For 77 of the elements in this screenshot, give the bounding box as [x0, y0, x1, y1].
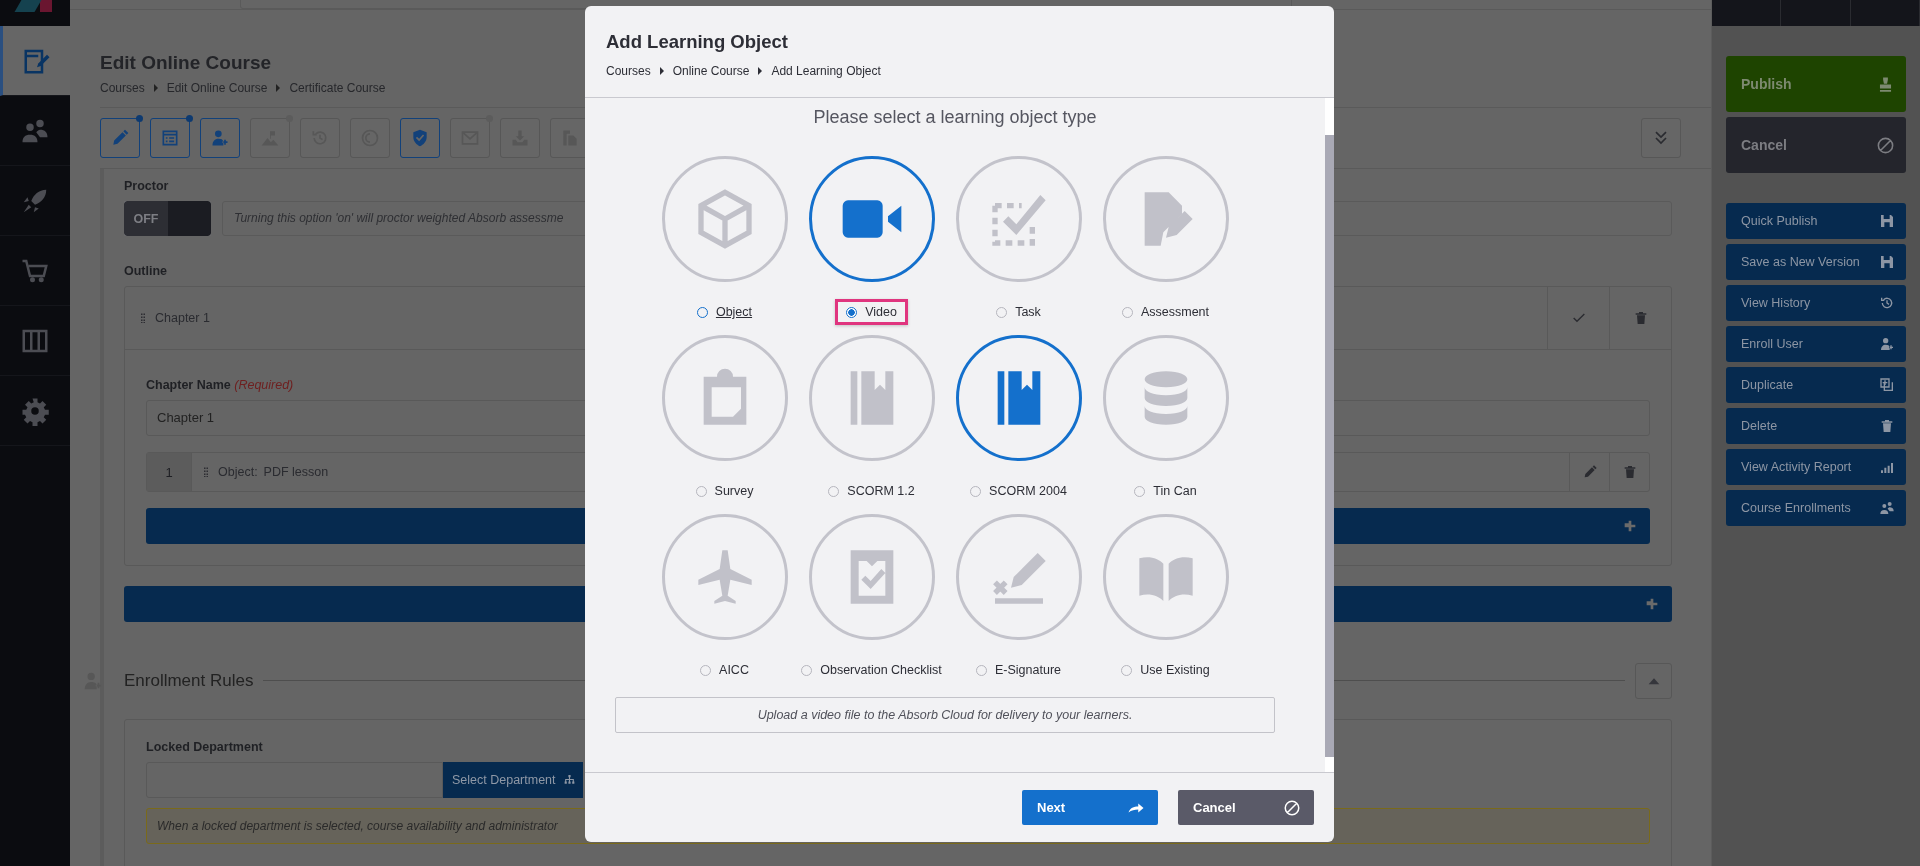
prompt-text: Please select a learning object type — [813, 106, 1097, 129]
next-button[interactable]: Next — [1022, 790, 1158, 825]
shield-icon — [410, 128, 430, 148]
object-type-tile[interactable] — [808, 156, 935, 282]
section-title: Enrollment Rules — [124, 670, 254, 691]
user-plus-icon — [1879, 336, 1895, 352]
caret-icon — [153, 84, 158, 92]
cancel-icon — [1876, 135, 1895, 155]
cancel-button[interactable]: Cancel — [1178, 790, 1314, 825]
chapter-title: Chapter 1 — [155, 311, 210, 325]
action-button[interactable]: View Activity Report — [1726, 449, 1906, 485]
action-button[interactable]: View History — [1726, 285, 1906, 321]
action-button[interactable]: Enroll User — [1726, 326, 1906, 362]
field-label: Chapter Name (Required) — [146, 378, 294, 392]
radio-option[interactable]: AICC — [689, 657, 760, 683]
pencil-icon — [110, 128, 130, 148]
object-type-tile[interactable] — [808, 514, 935, 640]
radio-option[interactable]: Tin Can — [1123, 478, 1208, 504]
radio-option[interactable]: Assessment — [1110, 299, 1221, 325]
caret-icon — [659, 67, 664, 75]
object-type-tile[interactable] — [1102, 514, 1229, 640]
action-button[interactable]: Quick Publish — [1726, 203, 1906, 239]
object-type-tile[interactable] — [661, 156, 788, 282]
cancel-icon — [1283, 798, 1301, 817]
radio-option[interactable]: E-Signature — [965, 657, 1072, 683]
page-title: Edit Online Course — [100, 51, 272, 75]
field-label: Locked Department — [146, 740, 263, 754]
scrollbar[interactable] — [1325, 135, 1334, 757]
section-label: Outline — [124, 263, 169, 280]
trash-icon — [1879, 418, 1895, 434]
collapse-button[interactable] — [1641, 118, 1681, 158]
radio-option[interactable]: SCORM 1.2 — [817, 478, 926, 504]
object-type-tile[interactable] — [955, 514, 1082, 640]
action-button[interactable]: Save as New Version — [1726, 244, 1906, 280]
history-icon — [1879, 295, 1895, 311]
action-button[interactable]: Delete — [1726, 408, 1906, 444]
object-type-tile[interactable] — [1102, 335, 1229, 461]
department-field[interactable] — [146, 762, 443, 798]
order-number: 1 — [147, 453, 192, 491]
radio-button[interactable] — [846, 306, 858, 318]
plus-icon — [1644, 596, 1660, 612]
object-type-label: Object: — [218, 465, 258, 479]
radio-option[interactable]: Task — [985, 299, 1052, 325]
radio-option[interactable]: Use Existing — [1110, 657, 1221, 683]
radio-option[interactable]: Object — [685, 299, 764, 325]
caret-icon — [276, 84, 281, 92]
duplicate-icon — [1879, 377, 1895, 393]
action-button[interactable]: Cancel — [1726, 117, 1906, 173]
action-button[interactable]: Duplicate — [1726, 367, 1906, 403]
object-type-tile[interactable] — [661, 514, 788, 640]
radio-option[interactable]: SCORM 2004 — [959, 478, 1078, 504]
object-type-tile[interactable] — [955, 156, 1082, 282]
radio-option[interactable]: Video — [835, 299, 908, 325]
plus-icon — [1622, 518, 1638, 534]
object-type-tile[interactable] — [661, 335, 788, 461]
select-department-button[interactable]: Select Department — [443, 762, 583, 798]
object-type-tile[interactable] — [955, 335, 1082, 461]
breadcrumb-link[interactable]: Courses — [606, 64, 651, 78]
object-name: PDF lesson — [263, 465, 329, 479]
nav-button[interactable] — [0, 26, 70, 96]
radio-option[interactable]: Survey — [684, 478, 765, 504]
object-type-tile[interactable] — [808, 335, 935, 461]
collapse-button[interactable] — [1635, 662, 1672, 699]
field-label: Proctor — [124, 178, 170, 195]
description-text: Upload a video file to the Absorb Cloud for delivery to your learners. — [615, 697, 1275, 733]
org-chart-icon — [562, 773, 576, 787]
logo-icon — [18, 0, 54, 12]
caret-icon — [758, 67, 763, 75]
dialog-title: Add Learning Object — [606, 30, 788, 54]
users-icon — [1879, 500, 1895, 516]
object-type-tile[interactable] — [1102, 156, 1229, 282]
radio-option[interactable]: Observation Checklist — [790, 657, 953, 683]
action-button[interactable]: Course Enrollments — [1726, 490, 1906, 526]
form-icon — [160, 128, 180, 148]
breadcrumb-link[interactable]: Add Learning Object — [771, 64, 881, 78]
breadcrumb-link[interactable]: Online Course — [672, 64, 750, 78]
user-plus-icon — [210, 128, 230, 148]
